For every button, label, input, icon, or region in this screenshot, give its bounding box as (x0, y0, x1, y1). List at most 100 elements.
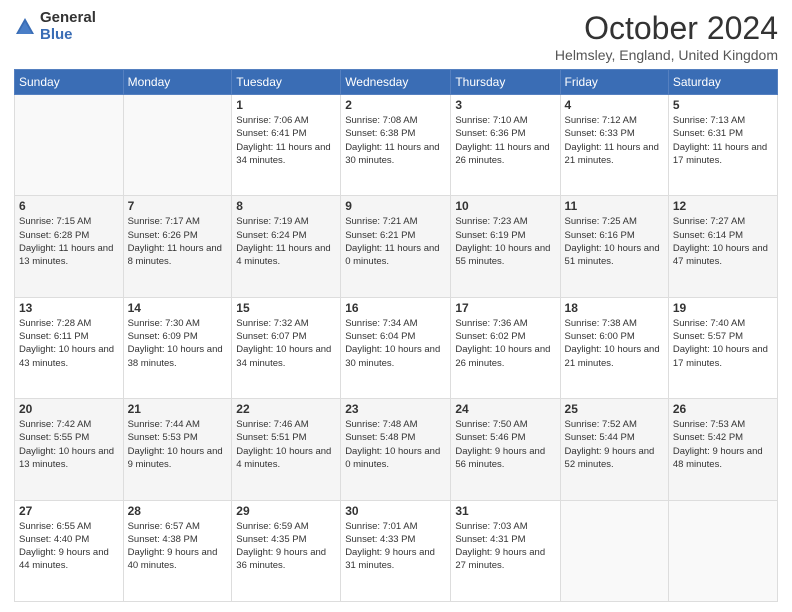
day-number: 19 (673, 301, 773, 315)
day-detail: Sunrise: 7:28 AMSunset: 6:11 PMDaylight:… (19, 318, 114, 369)
calendar-cell (560, 500, 668, 601)
day-number: 13 (19, 301, 119, 315)
calendar-cell: 16Sunrise: 7:34 AMSunset: 6:04 PMDayligh… (341, 297, 451, 398)
calendar-cell (668, 500, 777, 601)
day-number: 30 (345, 504, 446, 518)
calendar-cell: 18Sunrise: 7:38 AMSunset: 6:00 PMDayligh… (560, 297, 668, 398)
calendar-cell: 14 Sunrise: 7:30 AMSunset: 6:09 PMDayligh… (123, 297, 232, 398)
day-detail: Sunrise: 7:44 AMSunset: 5:53 PMDaylight:… (128, 419, 223, 470)
day-number: 10 (455, 199, 555, 213)
calendar-cell: 26Sunrise: 7:53 AMSunset: 5:42 PMDayligh… (668, 399, 777, 500)
day-detail: Sunrise: 6:57 AMSunset: 4:38 PMDaylight:… (128, 521, 218, 572)
calendar-cell: 3Sunrise: 7:10 AMSunset: 6:36 PMDaylight… (451, 95, 560, 196)
calendar-cell (123, 95, 232, 196)
logo-blue: Blue (40, 27, 96, 44)
day-number: 8 (236, 199, 336, 213)
calendar-cell: 25 Sunrise: 7:52 AMSunset: 5:44 PMDayligh… (560, 399, 668, 500)
day-detail: Sunrise: 7:06 AMSunset: 6:41 PMDaylight:… (236, 115, 330, 166)
location: Helmsley, England, United Kingdom (555, 47, 778, 63)
day-number: 28 (128, 504, 228, 518)
calendar-cell: 31 Sunrise: 7:03 AMSunset: 4:31 PMDayligh… (451, 500, 560, 601)
calendar-cell: 6Sunrise: 7:15 AMSunset: 6:28 PMDaylight… (15, 196, 124, 297)
day-detail: Sunrise: 7:17 AMSunset: 6:26 PMDaylight:… (128, 216, 222, 267)
day-number: 5 (673, 98, 773, 112)
calendar-cell (15, 95, 124, 196)
day-detail: Sunrise: 7:52 AMSunset: 5:44 PMDaylight:… (565, 419, 655, 470)
day-number: 31 (455, 504, 555, 518)
day-number: 7 (128, 199, 228, 213)
day-detail: Sunrise: 7:48 AMSunset: 5:48 PMDaylight:… (345, 419, 440, 470)
calendar-header-wednesday: Wednesday (341, 70, 451, 95)
day-number: 12 (673, 199, 773, 213)
day-number: 4 (565, 98, 664, 112)
day-detail: Sunrise: 7:03 AMSunset: 4:31 PMDaylight:… (455, 521, 545, 572)
calendar-cell: 13 Sunrise: 7:28 AMSunset: 6:11 PMDayligh… (15, 297, 124, 398)
calendar-cell: 2 Sunrise: 7:08 AMSunset: 6:38 PMDaylight… (341, 95, 451, 196)
calendar-header-saturday: Saturday (668, 70, 777, 95)
calendar-week-2: 6Sunrise: 7:15 AMSunset: 6:28 PMDaylight… (15, 196, 778, 297)
calendar-cell: 29Sunrise: 6:59 AMSunset: 4:35 PMDayligh… (232, 500, 341, 601)
day-detail: Sunrise: 7:34 AMSunset: 6:04 PMDaylight:… (345, 318, 440, 369)
day-detail: Sunrise: 7:40 AMSunset: 5:57 PMDaylight:… (673, 318, 768, 369)
page: General Blue October 2024 Helmsley, Engl… (0, 0, 792, 612)
day-number: 27 (19, 504, 119, 518)
calendar-header-sunday: Sunday (15, 70, 124, 95)
day-detail: Sunrise: 7:01 AMSunset: 4:33 PMDaylight:… (345, 521, 435, 572)
calendar-week-5: 27 Sunrise: 6:55 AMSunset: 4:40 PMDayligh… (15, 500, 778, 601)
day-number: 20 (19, 402, 119, 416)
day-detail: Sunrise: 7:30 AMSunset: 6:09 PMDaylight:… (128, 318, 223, 369)
calendar-header-monday: Monday (123, 70, 232, 95)
day-detail: Sunrise: 7:38 AMSunset: 6:00 PMDaylight:… (565, 318, 660, 369)
calendar-week-3: 13 Sunrise: 7:28 AMSunset: 6:11 PMDayligh… (15, 297, 778, 398)
day-number: 9 (345, 199, 446, 213)
day-number: 11 (565, 199, 664, 213)
day-number: 6 (19, 199, 119, 213)
calendar-header-thursday: Thursday (451, 70, 560, 95)
calendar-week-4: 20 Sunrise: 7:42 AMSunset: 5:55 PMDayligh… (15, 399, 778, 500)
day-detail: Sunrise: 7:46 AMSunset: 5:51 PMDaylight:… (236, 419, 331, 470)
day-detail: Sunrise: 7:10 AMSunset: 6:36 PMDaylight:… (455, 115, 549, 166)
day-number: 29 (236, 504, 336, 518)
calendar-cell: 21 Sunrise: 7:44 AMSunset: 5:53 PMDayligh… (123, 399, 232, 500)
calendar-cell: 30 Sunrise: 7:01 AMSunset: 4:33 PMDayligh… (341, 500, 451, 601)
calendar-cell: 27 Sunrise: 6:55 AMSunset: 4:40 PMDayligh… (15, 500, 124, 601)
calendar-cell: 22 Sunrise: 7:46 AMSunset: 5:51 PMDayligh… (232, 399, 341, 500)
calendar-cell: 17Sunrise: 7:36 AMSunset: 6:02 PMDayligh… (451, 297, 560, 398)
day-number: 2 (345, 98, 446, 112)
day-number: 21 (128, 402, 228, 416)
day-number: 1 (236, 98, 336, 112)
calendar-cell: 20 Sunrise: 7:42 AMSunset: 5:55 PMDayligh… (15, 399, 124, 500)
calendar-header-tuesday: Tuesday (232, 70, 341, 95)
day-detail: Sunrise: 7:08 AMSunset: 6:38 PMDaylight:… (345, 115, 439, 166)
day-detail: Sunrise: 7:23 AMSunset: 6:19 PMDaylight:… (455, 216, 550, 267)
day-detail: Sunrise: 7:12 AMSunset: 6:33 PMDaylight:… (565, 115, 659, 166)
calendar-cell: 15 Sunrise: 7:32 AMSunset: 6:07 PMDayligh… (232, 297, 341, 398)
day-detail: Sunrise: 7:27 AMSunset: 6:14 PMDaylight:… (673, 216, 768, 267)
logo-text: General Blue (40, 10, 96, 43)
day-detail: Sunrise: 7:21 AMSunset: 6:21 PMDaylight:… (345, 216, 439, 267)
day-number: 15 (236, 301, 336, 315)
calendar-cell: 11 Sunrise: 7:25 AMSunset: 6:16 PMDayligh… (560, 196, 668, 297)
day-number: 23 (345, 402, 446, 416)
logo: General Blue (14, 10, 96, 43)
calendar-header-friday: Friday (560, 70, 668, 95)
title-block: October 2024 Helmsley, England, United K… (555, 10, 778, 63)
calendar-week-1: 1 Sunrise: 7:06 AMSunset: 6:41 PMDaylight… (15, 95, 778, 196)
calendar-cell: 1 Sunrise: 7:06 AMSunset: 6:41 PMDaylight… (232, 95, 341, 196)
calendar-cell: 28 Sunrise: 6:57 AMSunset: 4:38 PMDayligh… (123, 500, 232, 601)
calendar-cell: 24Sunrise: 7:50 AMSunset: 5:46 PMDayligh… (451, 399, 560, 500)
logo-icon (14, 16, 36, 38)
calendar-cell: 10 Sunrise: 7:23 AMSunset: 6:19 PMDayligh… (451, 196, 560, 297)
day-detail: Sunrise: 7:53 AMSunset: 5:42 PMDaylight:… (673, 419, 763, 470)
day-number: 22 (236, 402, 336, 416)
day-number: 25 (565, 402, 664, 416)
calendar-table: SundayMondayTuesdayWednesdayThursdayFrid… (14, 69, 778, 602)
month-title: October 2024 (555, 10, 778, 47)
day-detail: Sunrise: 7:42 AMSunset: 5:55 PMDaylight:… (19, 419, 114, 470)
calendar-cell: 8Sunrise: 7:19 AMSunset: 6:24 PMDaylight… (232, 196, 341, 297)
day-detail: Sunrise: 7:25 AMSunset: 6:16 PMDaylight:… (565, 216, 660, 267)
day-detail: Sunrise: 6:55 AMSunset: 4:40 PMDaylight:… (19, 521, 109, 572)
day-number: 14 (128, 301, 228, 315)
day-detail: Sunrise: 7:32 AMSunset: 6:07 PMDaylight:… (236, 318, 331, 369)
calendar-header-row: SundayMondayTuesdayWednesdayThursdayFrid… (15, 70, 778, 95)
